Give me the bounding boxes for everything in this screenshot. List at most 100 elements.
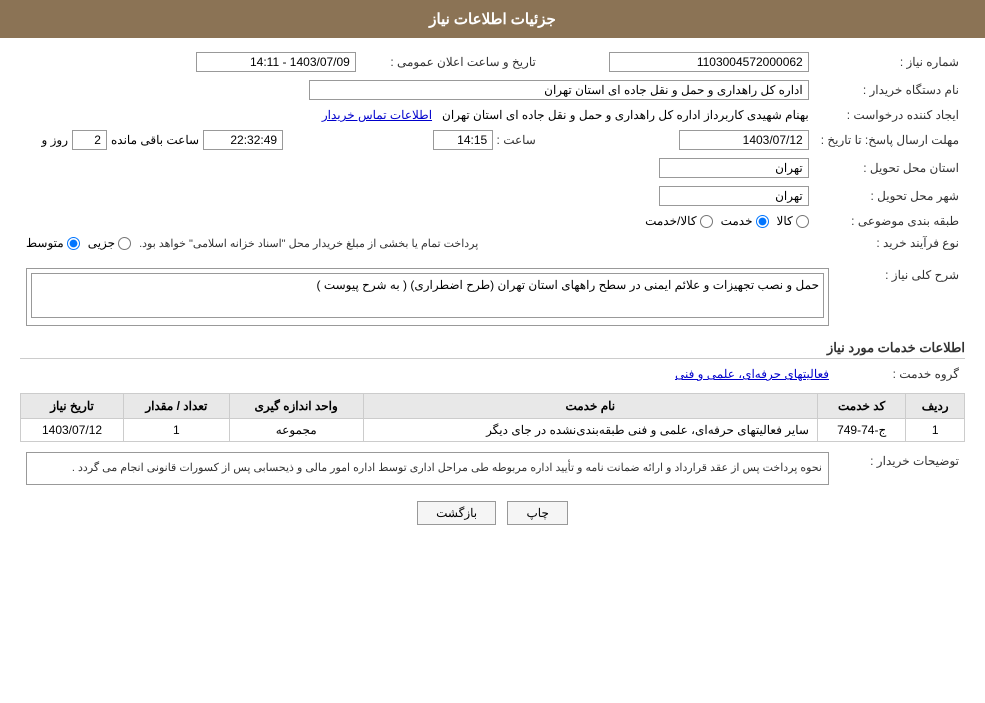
shahr-label: شهر محل تحویل : — [815, 182, 965, 210]
shomara-label: شماره نیاز : — [815, 48, 965, 76]
mohlat-roz-cell: ساعت باقی مانده روز و — [35, 126, 361, 154]
tarikh-input[interactable] — [196, 52, 356, 72]
col-vahed: واحد اندازه گیری — [229, 394, 363, 419]
noe-jozii-label: جزیی — [88, 236, 115, 250]
mohlat-saat-cell: ساعت : — [362, 126, 542, 154]
page-title: جزئیات اطلاعات نیاز — [429, 11, 556, 28]
ijad-value-cell: بهنام شهیدی کاربرداز اداره کل راهداری و … — [35, 104, 814, 126]
mohlat-saat-label: ساعت : — [497, 133, 536, 147]
noe-motevaset-radio[interactable] — [67, 237, 80, 250]
main-content: شماره نیاز : تاریخ و ساعت اعلان عمومی : … — [0, 38, 985, 543]
row-shahr: شهر محل تحویل : — [20, 182, 965, 210]
services-table: ردیف کد خدمت نام خدمت واحد اندازه گیری ت… — [20, 393, 965, 442]
sharh-table: شرح کلی نیاز : حمل و نصب تجهیزات و علائم… — [20, 262, 965, 332]
noe-motevaset-label: متوسط — [26, 236, 64, 250]
services-table-body: 1 ج-74-749 سایر فعالیتهای حرفه‌ای، علمی … — [21, 419, 965, 442]
mohlat-roz-label: روز و — [41, 133, 68, 147]
col-tarikh: تاریخ نیاز — [21, 394, 124, 419]
ostan-label: استان محل تحویل : — [815, 154, 965, 182]
col-name: نام خدمت — [363, 394, 817, 419]
sharh-box-wrapper: حمل و نصب تجهیزات و علائم ایمنی در سطح ر… — [26, 268, 829, 326]
noe-motevaset: متوسط — [26, 236, 80, 250]
tabaqe-khedmat-label: خدمت — [721, 214, 753, 228]
noe-farayand-label: نوع فرآیند خرید : — [815, 232, 965, 254]
col-kod: کد خدمت — [817, 394, 905, 419]
tozihat-value-cell: نحوه پرداخت پس از عقد قرارداد و ارائه ضم… — [20, 448, 835, 489]
nam-dastgah-label: نام دستگاه خریدار : — [815, 76, 965, 104]
row-nam-dastgah: نام دستگاه خریدار : — [20, 76, 965, 104]
ostan-input[interactable] — [659, 158, 809, 178]
tozihat-text: نحوه پرداخت پس از عقد قرارداد و ارائه ضم… — [33, 459, 822, 478]
tarikh-value-cell — [35, 48, 361, 76]
mohlat-saat-input[interactable] — [433, 130, 493, 150]
tozihat-label: توضیحات خریدار : — [835, 448, 965, 489]
cell-name: سایر فعالیتهای حرفه‌ای، علمی و فنی طبقه‌… — [363, 419, 817, 442]
nam-dastgah-input[interactable] — [309, 80, 809, 100]
mohlat-date-input[interactable] — [679, 130, 809, 150]
khadamat-title: اطلاعات خدمات مورد نیاز — [20, 340, 965, 359]
col-tedad: تعداد / مقدار — [124, 394, 230, 419]
cell-kod: ج-74-749 — [817, 419, 905, 442]
tarikh-label: تاریخ و ساعت اعلان عمومی : — [362, 48, 542, 76]
services-header-row: ردیف کد خدمت نام خدمت واحد اندازه گیری ت… — [21, 394, 965, 419]
tabaqe-label: طبقه بندی موضوعی : — [815, 210, 965, 232]
row-sharh: شرح کلی نیاز : حمل و نصب تجهیزات و علائم… — [20, 262, 965, 332]
cell-vahed: مجموعه — [229, 419, 363, 442]
ijad-label: ایجاد کننده درخواست : — [815, 104, 965, 126]
services-table-head: ردیف کد خدمت نام خدمت واحد اندازه گیری ت… — [21, 394, 965, 419]
ijad-link[interactable]: اطلاعات تماس خریدار — [322, 108, 432, 122]
tabaqe-kala: کالا — [777, 214, 809, 228]
cell-tarikh: 1403/07/12 — [21, 419, 124, 442]
gorohe-label: گروه خدمت : — [835, 363, 965, 385]
row-tabaqe: طبقه بندی موضوعی : کالا/خدمت خدمت — [20, 210, 965, 232]
tabaqe-khedmat-radio[interactable] — [756, 215, 769, 228]
cell-tedad: 1 — [124, 419, 230, 442]
tabaqe-kala-khedmat: کالا/خدمت — [645, 214, 712, 228]
tabaqe-kala-label: کالا — [777, 214, 793, 228]
page-wrapper: جزئیات اطلاعات نیاز شماره نیاز : تاریخ و… — [0, 0, 985, 703]
tabaqe-khedmat: خدمت — [721, 214, 769, 228]
row-ostan: استان محل تحویل : — [20, 154, 965, 182]
gorohe-table: گروه خدمت : فعالیتهای حرفه‌ای، علمی و فن… — [20, 363, 965, 385]
bazgasht-button[interactable]: بازگشت — [417, 501, 496, 525]
mohlat-mande-label: ساعت باقی مانده — [111, 133, 199, 147]
noe-jozii: جزیی — [88, 236, 131, 250]
mohlat-date-cell — [542, 126, 815, 154]
gorohe-value-cell: فعالیتهای حرفه‌ای، علمی و فنی — [20, 363, 835, 385]
row-tozihat: توضیحات خریدار : نحوه پرداخت پس از عقد ق… — [20, 448, 965, 489]
tabaqe-radio-group: کالا/خدمت خدمت کالا — [26, 214, 809, 228]
row-mohlat: مهلت ارسال پاسخ: تا تاریخ : ساعت : ساعت … — [20, 126, 965, 154]
tabaqe-kala-khedmat-radio[interactable] — [700, 215, 713, 228]
sharh-value-cell: حمل و نصب تجهیزات و علائم ایمنی در سطح ر… — [20, 262, 835, 332]
noe-jozii-radio[interactable] — [118, 237, 131, 250]
shahr-input[interactable] — [659, 186, 809, 206]
button-row: چاپ بازگشت — [20, 501, 965, 525]
main-form-table: شماره نیاز : تاریخ و ساعت اعلان عمومی : … — [20, 48, 965, 254]
gorohe-link[interactable]: فعالیتهای حرفه‌ای، علمی و فنی — [675, 367, 829, 381]
tabaqe-kala-khedmat-label: کالا/خدمت — [645, 214, 696, 228]
sharh-textarea[interactable]: حمل و نصب تجهیزات و علائم ایمنی در سطح ر… — [31, 273, 824, 318]
chap-button[interactable]: چاپ — [507, 501, 567, 525]
ostan-value-cell — [542, 154, 815, 182]
shomara-input[interactable] — [609, 52, 809, 72]
tabaqe-kala-radio[interactable] — [796, 215, 809, 228]
noe-farayand-radio-group: متوسط جزیی — [26, 236, 131, 250]
table-row: 1 ج-74-749 سایر فعالیتهای حرفه‌ای، علمی … — [21, 419, 965, 442]
ijad-text: بهنام شهیدی کاربرداز اداره کل راهداری و … — [442, 108, 809, 122]
khrid-note: پرداخت تمام یا بخشی از مبلغ خریدار محل "… — [139, 237, 478, 250]
row-gorohe: گروه خدمت : فعالیتهای حرفه‌ای، علمی و فن… — [20, 363, 965, 385]
mohlat-roz-input[interactable] — [72, 130, 107, 150]
mohlat-mande-input[interactable] — [203, 130, 283, 150]
row-ijad: ایجاد کننده درخواست : بهنام شهیدی کاربرد… — [20, 104, 965, 126]
row-shomara: شماره نیاز : تاریخ و ساعت اعلان عمومی : — [20, 48, 965, 76]
cell-radif: 1 — [906, 419, 965, 442]
col-radif: ردیف — [906, 394, 965, 419]
tabaqe-options-cell: کالا/خدمت خدمت کالا — [20, 210, 815, 232]
shomara-value-cell — [542, 48, 815, 76]
page-header: جزئیات اطلاعات نیاز — [0, 0, 985, 38]
tozihat-box: نحوه پرداخت پس از عقد قرارداد و ارائه ضم… — [26, 452, 829, 485]
nam-dastgah-value-cell — [20, 76, 815, 104]
tozihat-table: توضیحات خریدار : نحوه پرداخت پس از عقد ق… — [20, 448, 965, 489]
noe-farayand-cell: پرداخت تمام یا بخشی از مبلغ خریدار محل "… — [20, 232, 815, 254]
row-noe-farayand: نوع فرآیند خرید : پرداخت تمام یا بخشی از… — [20, 232, 965, 254]
